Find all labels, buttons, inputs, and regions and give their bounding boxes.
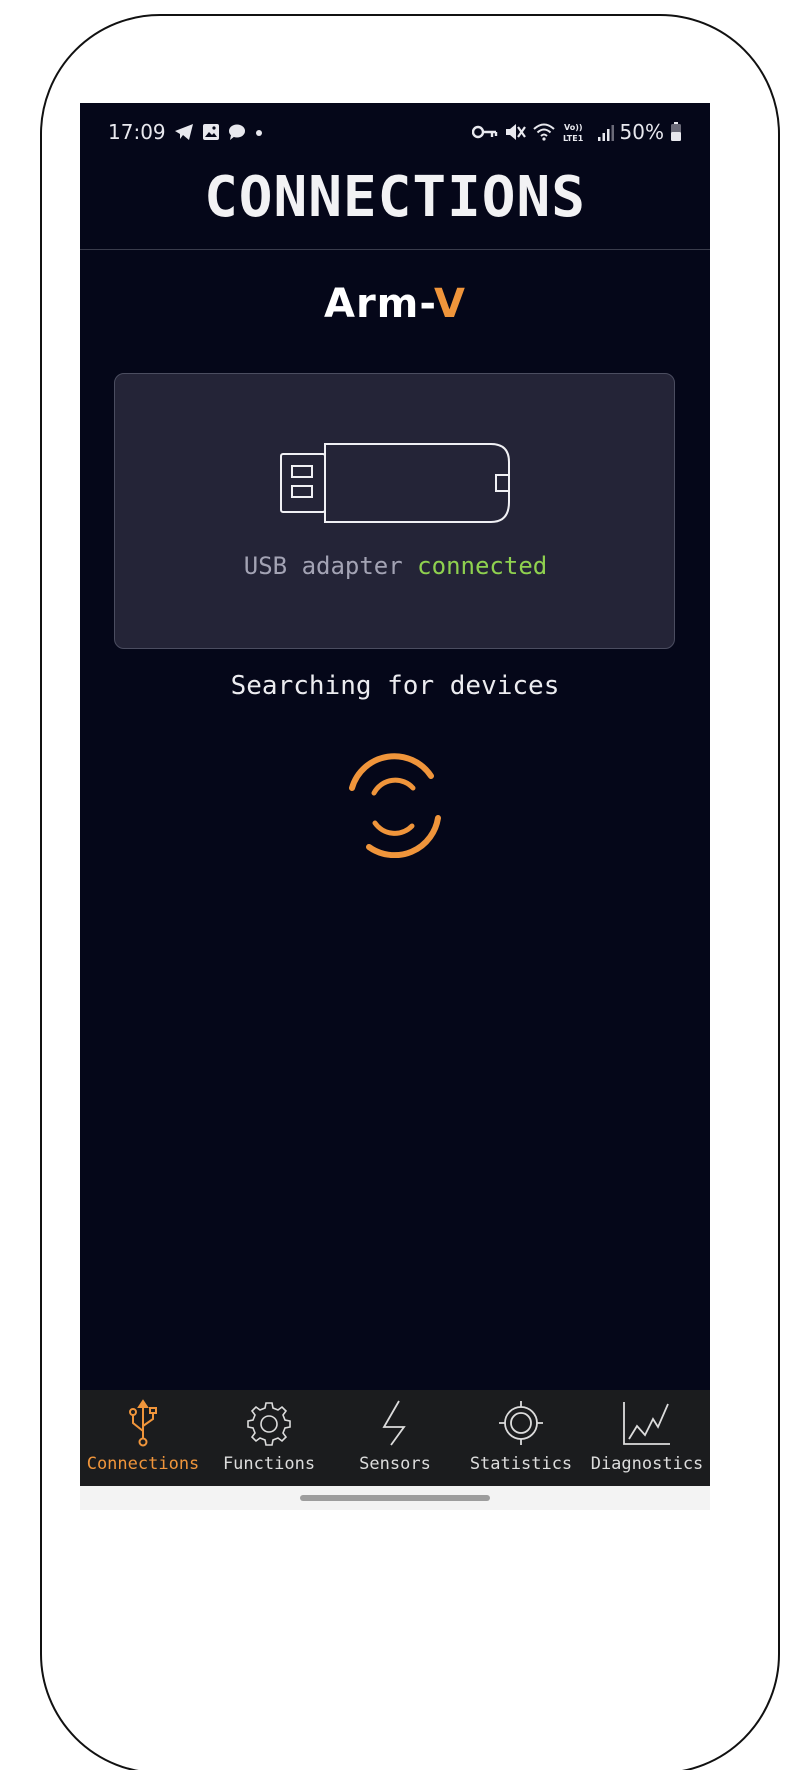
target-icon — [497, 1398, 545, 1448]
usb-adapter-card: USB adapter connected — [114, 373, 675, 649]
svg-text:LTE1: LTE1 — [563, 134, 584, 143]
usb-status-text: USB adapter connected — [115, 552, 676, 580]
lightning-icon — [380, 1398, 410, 1448]
app-screen: 17:09 Vo)) LTE1 50% CONNECTIONS Arm-V US… — [80, 103, 710, 1510]
status-right: Vo)) LTE1 50% — [471, 120, 682, 144]
wifi-icon — [532, 122, 556, 142]
nav-item-sensors[interactable]: Sensors — [332, 1390, 458, 1486]
loading-spinner-icon — [345, 748, 445, 862]
status-left: 17:09 — [108, 120, 264, 144]
chat-icon — [228, 123, 246, 141]
search-status-text: Searching for devices — [230, 671, 560, 701]
signal-icon — [597, 123, 614, 141]
dot-icon — [254, 123, 264, 141]
nav-label-statistics: Statistics — [469, 1454, 573, 1474]
brand-accent: V — [434, 281, 467, 327]
usb-status-label: USB adapter — [243, 552, 403, 580]
usb-status-value: connected — [417, 552, 548, 580]
bottom-navigation: Connections Functions Sensors Statistics… — [80, 1390, 710, 1486]
key-icon — [471, 125, 498, 139]
brand-name: Arm- — [323, 281, 435, 327]
gallery-icon — [202, 123, 220, 141]
volte-lte-icon: Vo)) LTE1 — [562, 121, 592, 143]
telegram-icon — [174, 123, 194, 141]
nav-item-statistics[interactable]: Statistics — [458, 1390, 584, 1486]
battery-percent: 50% — [619, 120, 664, 144]
usb-symbol-icon — [128, 1398, 158, 1448]
page-title: CONNECTIONS — [204, 165, 586, 230]
nav-label-diagnostics: Diagnostics — [590, 1454, 704, 1474]
svg-text:Vo)): Vo)) — [564, 123, 583, 132]
nav-label-connections: Connections — [86, 1454, 200, 1474]
mute-icon — [504, 122, 526, 142]
nav-label-sensors: Sensors — [359, 1454, 431, 1474]
usb-stick-icon — [277, 440, 517, 534]
nav-item-functions[interactable]: Functions — [206, 1390, 332, 1486]
title-divider — [80, 249, 710, 250]
battery-icon — [670, 122, 682, 142]
gesture-bar — [80, 1486, 710, 1510]
nav-item-connections[interactable]: Connections — [80, 1390, 206, 1486]
home-gesture-handle[interactable] — [300, 1495, 490, 1501]
nav-label-functions: Functions — [222, 1454, 316, 1474]
line-chart-icon — [621, 1398, 673, 1448]
gear-icon — [246, 1398, 292, 1448]
status-bar: 17:09 Vo)) LTE1 50% — [80, 103, 710, 163]
status-time: 17:09 — [108, 120, 166, 144]
brand-logo: Arm-V — [80, 281, 710, 327]
nav-item-diagnostics[interactable]: Diagnostics — [584, 1390, 710, 1486]
